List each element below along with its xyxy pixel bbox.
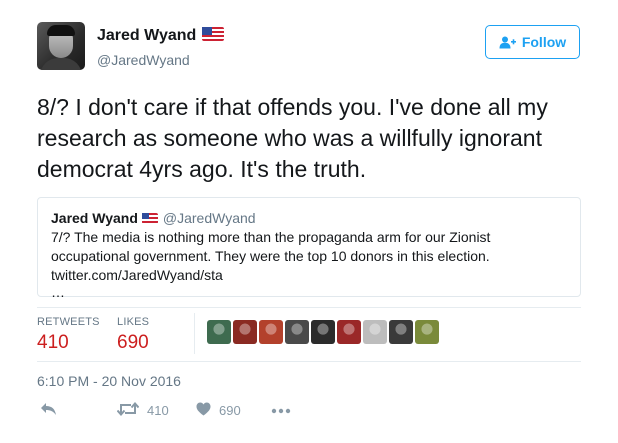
author-handle[interactable]: @JaredWyand — [97, 52, 190, 68]
avatar-hair — [47, 25, 75, 36]
quoted-tweet-text: 7/? The media is nothing more than the p… — [51, 229, 491, 283]
reply-icon — [40, 402, 57, 419]
stats-vertical-divider — [194, 313, 195, 354]
liker-avatar[interactable] — [285, 320, 309, 344]
like-count: 690 — [219, 403, 241, 418]
likes-stat[interactable]: LIKES 690 — [117, 316, 149, 354]
author-name-row[interactable]: Jared Wyand — [97, 27, 225, 45]
liker-avatar[interactable] — [207, 320, 231, 344]
flag-icon — [202, 27, 225, 41]
retweets-count: 410 — [37, 332, 69, 353]
avatar-shoulders — [40, 58, 82, 70]
follow-button[interactable]: Follow — [485, 25, 580, 59]
like-button[interactable]: 690 — [196, 402, 241, 419]
retweet-button[interactable]: 410 — [116, 401, 169, 419]
retweet-icon — [116, 401, 140, 419]
liker-avatar[interactable] — [233, 320, 257, 344]
stats-top-divider — [37, 307, 581, 308]
tweet-timestamp[interactable]: 6:10 PM - 20 Nov 2016 — [37, 373, 181, 389]
more-button[interactable] — [271, 402, 291, 417]
author-avatar[interactable] — [37, 22, 85, 70]
retweets-stat[interactable]: RETWEETS 410 — [37, 316, 100, 354]
quoted-author-handle: @JaredWyand — [162, 210, 256, 226]
quoted-tweet[interactable]: Jared Wyand @JaredWyand 7/? The media is … — [37, 197, 581, 300]
author-name[interactable]: Jared Wyand — [97, 27, 196, 44]
liker-avatar[interactable] — [311, 320, 335, 344]
liker-avatars — [207, 320, 439, 344]
stats-bottom-divider — [37, 361, 581, 362]
retweets-label: RETWEETS — [37, 316, 100, 328]
more-icon — [271, 402, 291, 417]
quoted-author-name: Jared Wyand — [51, 210, 138, 226]
likes-label: LIKES — [117, 316, 150, 328]
likes-count: 690 — [117, 332, 149, 353]
follow-person-icon — [499, 36, 516, 49]
quoted-tweet-ellipsis: … — [51, 284, 65, 300]
liker-avatar[interactable] — [363, 320, 387, 344]
flag-icon — [141, 213, 158, 224]
quoted-tweet-header: Jared Wyand @JaredWyand — [51, 209, 568, 227]
liker-avatar[interactable] — [415, 320, 439, 344]
liker-avatar[interactable] — [337, 320, 361, 344]
heart-icon — [196, 402, 211, 419]
reply-button[interactable] — [40, 402, 57, 419]
follow-label: Follow — [521, 34, 567, 50]
liker-avatar[interactable] — [259, 320, 283, 344]
tweet-text: 8/? I don't care if that offends you. I'… — [37, 94, 548, 182]
retweet-count: 410 — [147, 403, 169, 418]
liker-avatar[interactable] — [389, 320, 413, 344]
